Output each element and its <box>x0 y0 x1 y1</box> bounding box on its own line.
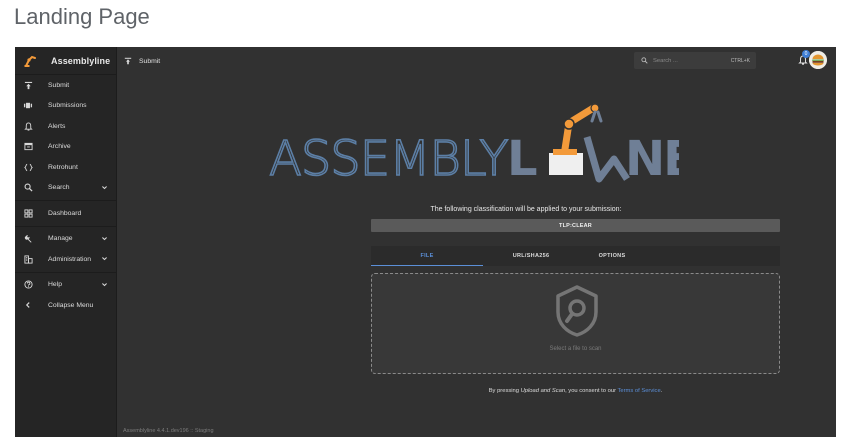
sidebar-item-label: Collapse Menu <box>48 301 94 309</box>
wrench-icon <box>23 234 33 244</box>
sidebar-item-label: Submissions <box>48 102 87 110</box>
search-input[interactable]: Search ... CTRL+K <box>634 52 756 69</box>
sidebar-item-label: Submit <box>48 81 70 89</box>
sidebar-item-label: Archive <box>48 143 71 151</box>
tab-options[interactable]: OPTIONS <box>579 246 645 266</box>
consent-mid: , you consent to our <box>565 388 618 394</box>
avatar[interactable] <box>809 51 827 69</box>
sidebar-item-submissions[interactable]: Submissions <box>15 96 116 117</box>
chevron-down-icon <box>102 257 107 261</box>
search-icon <box>641 57 648 64</box>
sidebar-item-administration[interactable]: Administration <box>15 249 116 270</box>
submissions-icon <box>23 101 33 111</box>
sidebar-item-label: Retrohunt <box>48 163 78 171</box>
brand-name: Assemblyline <box>51 55 111 66</box>
classification-selector[interactable]: TLP:CLEAR <box>371 219 780 232</box>
sidebar-item-label: Help <box>48 281 62 289</box>
help-icon <box>23 280 33 290</box>
page-title: Submit <box>139 57 161 65</box>
consent-suffix: . <box>660 388 663 394</box>
page-heading: Landing Page <box>14 4 150 29</box>
logo-text-left: ASSEMBLY <box>269 131 508 187</box>
topbar-title: Submit <box>124 57 160 65</box>
sidebar-divider <box>15 271 116 273</box>
topbar: Submit Search ... CTRL+K 0 <box>117 47 836 75</box>
assemblyline-logo-icon <box>24 55 36 67</box>
version-footer: Assemblyline 4.4.1.dev196 :: Staging <box>123 428 214 434</box>
tab-file[interactable]: FILE <box>371 246 483 266</box>
sidebar-item-label: Dashboard <box>48 209 82 217</box>
sidebar-item-label: Alerts <box>48 122 66 130</box>
sidebar-divider <box>15 225 116 227</box>
brand[interactable]: Assemblyline <box>15 47 116 75</box>
dashboard-icon <box>23 208 33 218</box>
tab-url-sha256[interactable]: URL/SHA256 <box>487 246 575 266</box>
sidebar-item-submit[interactable]: Submit <box>15 75 116 96</box>
chevron-down-icon <box>102 282 107 286</box>
robot-arm-icon <box>549 103 630 183</box>
assemblyline-wordmark-icon: ASSEMBLY L NE <box>268 103 696 188</box>
app-window: Assemblyline Submit Submissions Alerts A… <box>15 47 836 437</box>
search-shortcut: CTRL+K <box>730 57 750 64</box>
upload-icon <box>23 80 33 90</box>
search-icon <box>23 183 33 193</box>
search-placeholder: Search ... <box>653 57 678 64</box>
sidebar-item-dashboard[interactable]: Dashboard <box>15 203 116 224</box>
sidebar-nav: Submit Submissions Alerts Archive Retroh… <box>15 75 116 316</box>
logo-text-right: NE <box>625 131 679 187</box>
sidebar-item-alerts[interactable]: Alerts <box>15 116 116 137</box>
sidebar-item-retrohunt[interactable]: Retrohunt <box>15 157 116 178</box>
archive-icon <box>23 142 33 152</box>
chevron-down-icon <box>102 185 107 189</box>
sidebar-item-help[interactable]: Help <box>15 275 116 296</box>
sidebar-item-archive[interactable]: Archive <box>15 137 116 158</box>
shield-search-icon <box>556 285 598 337</box>
dropzone-label: Select a file to scan <box>549 346 602 352</box>
consent-action: Upload and Scan <box>520 388 566 394</box>
admin-icon <box>23 254 33 264</box>
sidebar-item-search[interactable]: Search <box>15 178 116 199</box>
bell-icon <box>23 121 33 131</box>
submit-tabs: FILE URL/SHA256 OPTIONS <box>371 246 780 266</box>
consent-prefix: By pressing <box>488 388 521 394</box>
sidebar: Assemblyline Submit Submissions Alerts A… <box>15 47 117 437</box>
burger-avatar-icon <box>809 51 827 69</box>
sidebar-item-collapse-menu[interactable]: Collapse Menu <box>15 295 116 316</box>
file-dropzone[interactable]: Select a file to scan <box>371 273 780 374</box>
sidebar-item-label: Search <box>48 184 70 192</box>
sidebar-item-label: Administration <box>48 255 92 263</box>
upload-icon <box>124 57 132 65</box>
sidebar-item-manage[interactable]: Manage <box>15 229 116 250</box>
sidebar-divider <box>15 200 116 201</box>
terms-consent: By pressing Upload and Scan, you consent… <box>371 388 780 394</box>
logo-text-l: L <box>507 131 538 187</box>
main-content: ASSEMBLY L NE The following classificati… <box>117 75 836 437</box>
sidebar-item-label: Manage <box>48 235 73 243</box>
terms-of-service-link[interactable]: Terms of Service <box>618 388 661 394</box>
assemblyline-logo: ASSEMBLY L NE <box>268 103 696 188</box>
chevron-down-icon <box>102 236 107 240</box>
chevron-left-icon <box>23 300 33 310</box>
code-braces-icon <box>23 162 33 172</box>
classification-prompt: The following classification will be app… <box>430 206 622 213</box>
